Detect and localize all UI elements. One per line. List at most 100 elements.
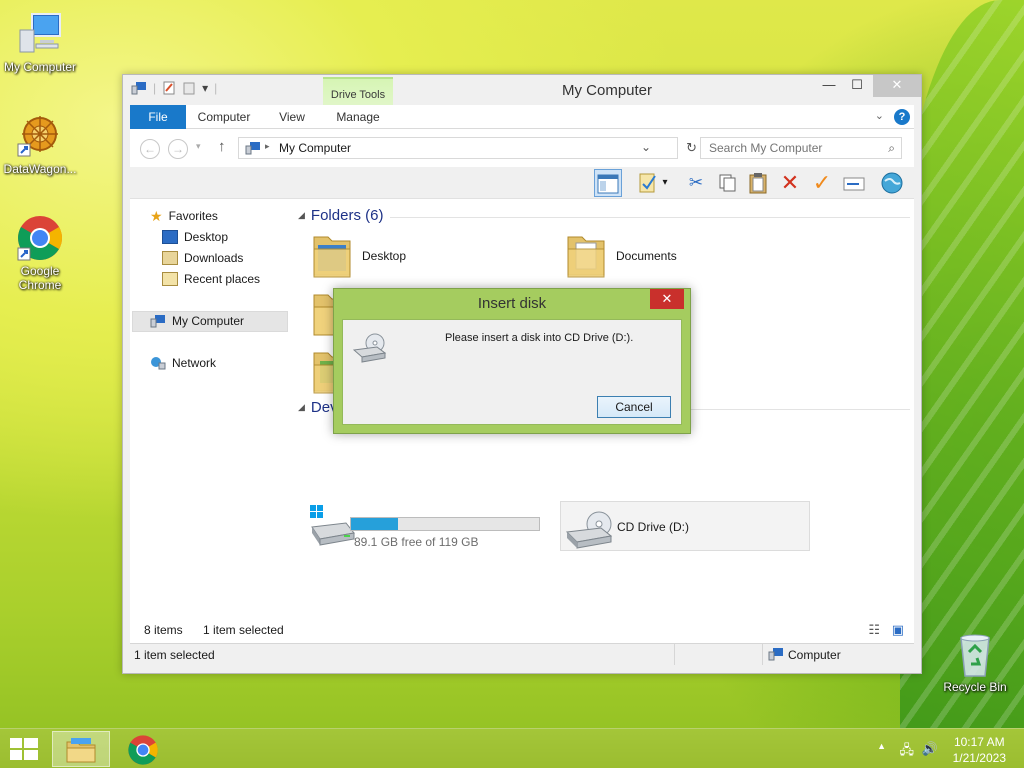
windows-start-icon[interactable]: [10, 738, 38, 762]
selected-count: 1 item selected: [203, 623, 284, 637]
title-bar: | ▾ | Drive Tools My Computer — ☐ ✕: [123, 75, 921, 133]
folder-documents[interactable]: Documents: [616, 249, 677, 263]
drive-c-usage-fill: [351, 518, 398, 530]
paste-icon[interactable]: [744, 169, 772, 197]
nav-recent-places[interactable]: Recent places: [162, 270, 260, 288]
dialog-body: Please insert a disk into CD Drive (D:).…: [342, 319, 682, 425]
nav-label: Favorites: [168, 209, 218, 223]
collapse-group-icon[interactable]: ◢: [298, 402, 305, 413]
group-folders-header[interactable]: ◢ Folders (6): [298, 207, 383, 224]
cancel-button[interactable]: Cancel: [597, 396, 671, 418]
downloads-icon: [162, 251, 178, 265]
address-dropdown-icon[interactable]: ⌄: [641, 140, 651, 154]
navigation-pane: ★ Favorites Desktop Downloads Recent pla…: [130, 199, 290, 617]
copy-icon[interactable]: [714, 169, 742, 197]
desktop-icon-label: DataWagon...: [3, 162, 77, 176]
clock-date: 1/21/2023: [952, 751, 1006, 765]
clock[interactable]: 10:17 AM 1/21/2023: [953, 734, 1006, 766]
recent-locations-icon[interactable]: ▾: [196, 141, 201, 152]
nav-desktop[interactable]: Desktop: [162, 228, 228, 246]
chrome-icon: [128, 735, 158, 765]
group-divider: [390, 217, 910, 218]
status-bar: 8 items 1 item selected ☷ ▣: [130, 617, 914, 643]
folder-icon: [567, 236, 605, 278]
recent-places-icon: [162, 272, 178, 286]
taskbar-file-explorer[interactable]: [52, 731, 110, 767]
minimize-button[interactable]: —: [815, 75, 843, 97]
taskbar: ▲ 🖧 🔊 10:17 AM 1/21/2023: [0, 728, 1024, 768]
address-bar-row: ← → ▾ ↑ ▸ My Computer ⌄ ↻ ⌕: [130, 129, 914, 167]
drive-d-label: CD Drive (D:): [617, 520, 689, 534]
group-title: Folders (6): [310, 207, 384, 224]
desktop-icon-recycle-bin[interactable]: Recycle Bin: [935, 630, 1015, 694]
folder-desktop[interactable]: Desktop: [362, 249, 406, 263]
status-divider: [674, 644, 675, 665]
details-view-icon[interactable]: ☷: [868, 622, 880, 638]
dialog-title: Insert disk: [477, 295, 547, 312]
up-button[interactable]: ↑: [218, 138, 226, 155]
nav-label: Recent places: [184, 272, 261, 286]
star-icon: ★: [150, 207, 163, 224]
desktop-icon: [162, 230, 178, 244]
network-tray-icon[interactable]: 🖧: [900, 741, 915, 763]
nav-my-computer[interactable]: My Computer: [150, 312, 244, 330]
command-toolbar: ▾ ✂ ✕ ✓: [130, 167, 914, 199]
nav-favorites[interactable]: ★ Favorites: [150, 207, 218, 225]
tab-manage[interactable]: Manage: [323, 105, 393, 129]
desktop-icon-label: Google Chrome: [18, 264, 62, 292]
nav-network[interactable]: Network: [150, 354, 216, 372]
tab-computer[interactable]: Computer: [194, 105, 254, 129]
breadcrumb-my-computer[interactable]: My Computer: [279, 141, 351, 155]
nav-downloads[interactable]: Downloads: [162, 249, 243, 267]
computer-icon: [245, 142, 260, 155]
nav-label: Downloads: [184, 251, 244, 265]
drive-d-tile[interactable]: CD Drive (D:): [560, 501, 810, 551]
rename-icon[interactable]: [840, 169, 868, 197]
desktop-icon-my-computer[interactable]: My Computer: [0, 10, 80, 74]
preview-pane-icon[interactable]: [594, 169, 622, 197]
tab-file[interactable]: File: [130, 105, 186, 129]
volume-icon[interactable]: 🔊: [922, 741, 938, 757]
help-icon[interactable]: ?: [894, 109, 910, 125]
properties-dropdown-icon[interactable]: ▾: [658, 169, 672, 197]
insert-disk-dialog: Insert disk ✕ Please insert a disk into …: [333, 288, 691, 434]
search-icon[interactable]: ⌕: [888, 141, 895, 156]
file-explorer-icon: [66, 738, 96, 763]
desktop-icon-google-chrome[interactable]: Google Chrome: [0, 214, 80, 292]
cd-drive-icon: [565, 511, 613, 549]
large-icons-view-icon[interactable]: ▣: [892, 622, 904, 638]
window-title: My Computer: [561, 82, 653, 99]
clock-time: 10:17 AM: [953, 735, 1005, 749]
maximize-button[interactable]: ☐: [843, 75, 871, 97]
refresh-icon[interactable]: ↻: [686, 140, 697, 156]
cut-icon[interactable]: ✂: [682, 169, 710, 197]
globe-icon[interactable]: [878, 169, 906, 197]
tab-view[interactable]: View: [270, 105, 314, 129]
search-box[interactable]: ⌕: [700, 137, 902, 159]
computer-icon: [150, 315, 165, 328]
ribbon-tabs: File Computer View Manage ⌄ ?: [130, 105, 914, 129]
taskbar-chrome[interactable]: [114, 731, 172, 767]
item-count: 8 items: [144, 623, 183, 637]
back-button[interactable]: ←: [140, 139, 160, 159]
show-hidden-icons-icon[interactable]: ▲: [877, 741, 886, 751]
desktop-icon-datawagon[interactable]: DataWagon...: [0, 112, 80, 176]
dialog-close-button[interactable]: ✕: [650, 289, 684, 309]
collapse-ribbon-icon[interactable]: ⌄: [875, 109, 884, 122]
address-field[interactable]: ▸ My Computer ⌄ ↻: [238, 137, 697, 159]
datawagon-icon: [17, 116, 58, 157]
close-button[interactable]: ✕: [873, 75, 921, 97]
drive-c-usage-bar: [350, 517, 540, 531]
nav-label: Desktop: [184, 230, 229, 244]
select-all-icon[interactable]: ✓: [808, 169, 836, 197]
forward-button[interactable]: →: [168, 139, 188, 159]
collapse-group-icon[interactable]: ◢: [298, 210, 305, 221]
group-devices-header[interactable]: ◢ Dev: [298, 399, 338, 416]
drive-c-free-space: 89.1 GB free of 119 GB: [354, 535, 479, 549]
breadcrumb-chevron-icon[interactable]: ▸: [265, 141, 270, 152]
nav-label: My Computer: [172, 314, 245, 328]
desktop-icon-label: Recycle Bin: [943, 680, 1007, 694]
delete-icon[interactable]: ✕: [776, 169, 804, 197]
search-input[interactable]: [709, 141, 879, 155]
computer-icon: [19, 13, 61, 53]
